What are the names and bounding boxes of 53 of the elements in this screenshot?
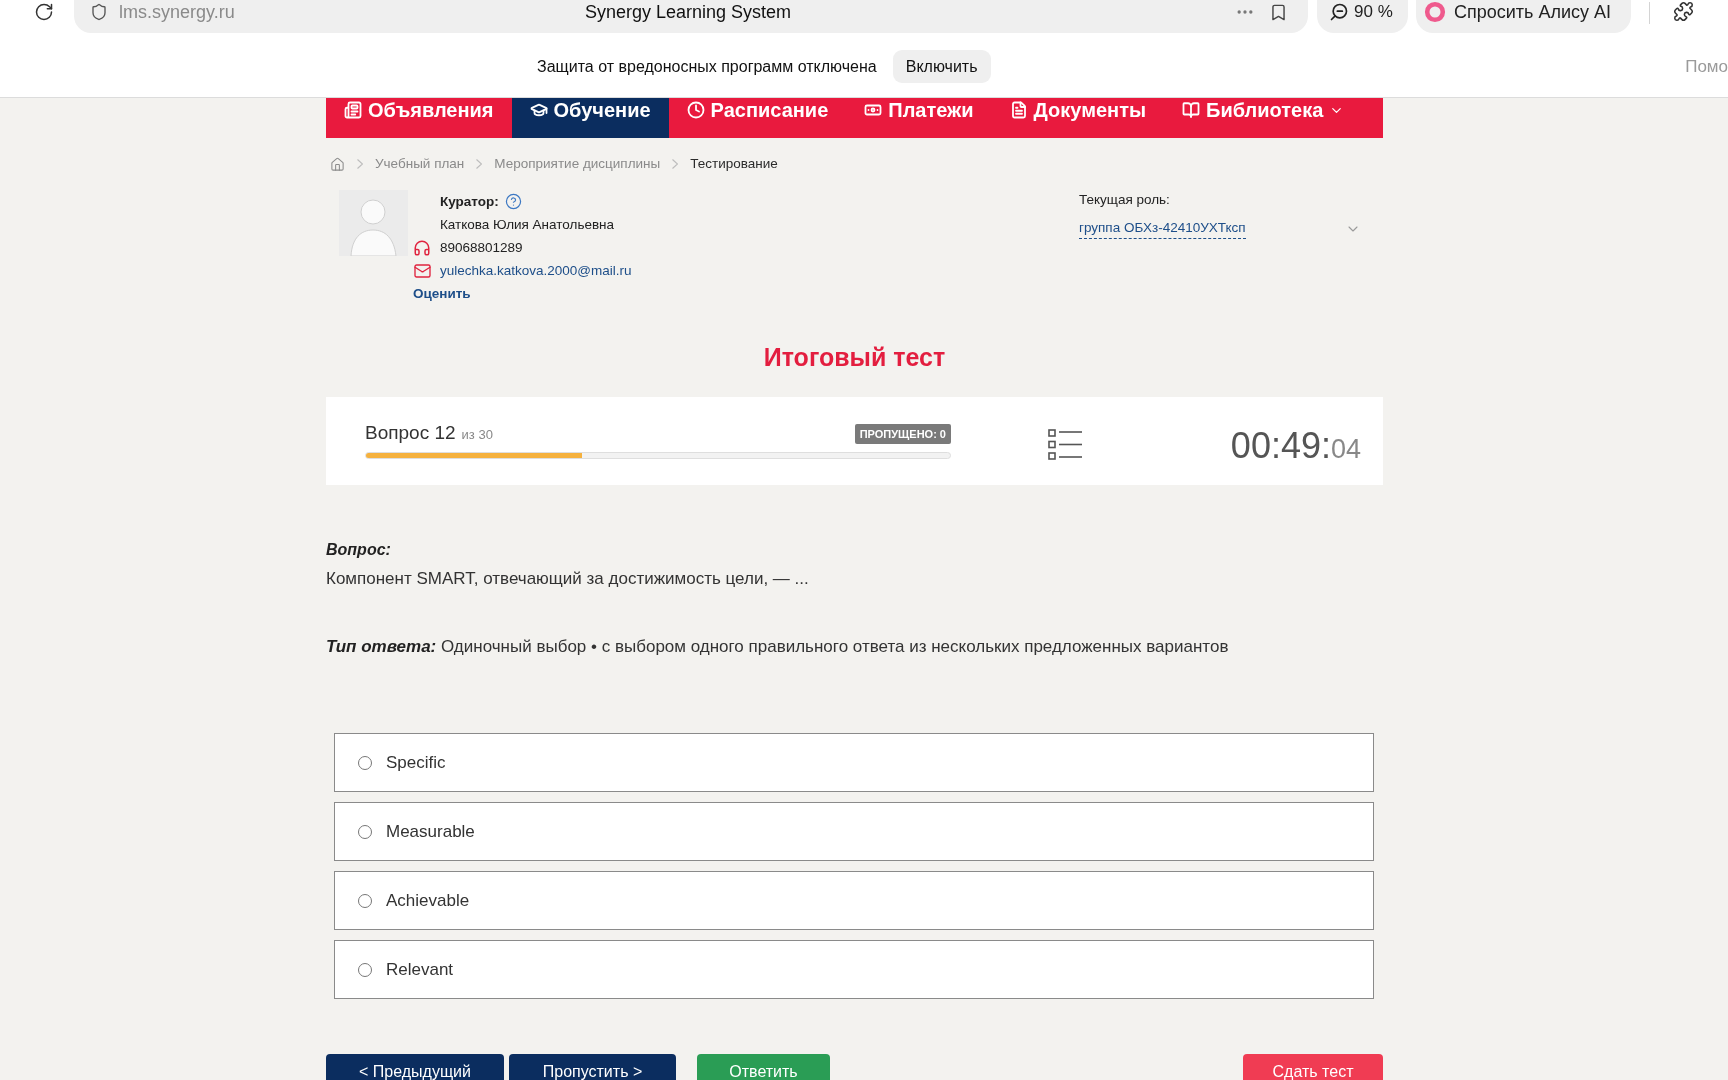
action-button[interactable]: < Предыдущий [326, 1054, 504, 1080]
headset-icon [413, 238, 431, 257]
chevron-right-icon [476, 159, 483, 169]
answer-option[interactable]: Achievable [334, 871, 1374, 930]
help-icon[interactable] [504, 193, 522, 210]
clock-icon [686, 101, 705, 119]
test-title: Итоговый тест [762, 342, 947, 372]
curator-email-link[interactable]: yulechka.katkova.2000@mail.ru [440, 259, 632, 282]
action-button[interactable]: Сдать тест [1243, 1054, 1383, 1080]
protection-warning: Защита от вредоносных программ отключена [537, 56, 877, 77]
document-icon [1009, 101, 1028, 119]
answer-option[interactable]: Specific [334, 733, 1374, 792]
zoom-button[interactable]: 90 % [1317, 0, 1408, 33]
chevron-right-icon [672, 159, 679, 169]
role-label: Текущая роль: [1079, 191, 1170, 209]
answer-option[interactable]: Relevant [334, 940, 1374, 999]
role-dropdown-link[interactable]: группа ОБХз-42410УХТксп [1079, 218, 1246, 240]
option-label: Measurable [386, 820, 475, 843]
mail-icon [413, 261, 432, 280]
curator-name: Каткова Юлия Анатольевна [440, 216, 615, 234]
address-bar[interactable]: lms.synergy.ru Synergy Learning System [74, 0, 1308, 33]
enable-button[interactable]: Включить [892, 50, 991, 83]
answer-option[interactable]: Measurable [334, 802, 1374, 861]
ring-icon [1424, 1, 1446, 23]
puzzle-icon[interactable] [1673, 1, 1694, 22]
nav-tab[interactable]: Обучение [511, 98, 669, 138]
option-label: Relevant [386, 958, 454, 981]
breadcrumb-current: Тестирование [690, 154, 778, 173]
rate-link[interactable]: Оценить [413, 282, 471, 305]
newspaper-icon [344, 101, 362, 119]
answer-type-text: Тип ответа: Одиночный выбор • с выбором одного правильного ответа из нескольких предложенных вариантов [326, 636, 1230, 658]
shield-icon[interactable] [90, 3, 108, 21]
assistant-button[interactable]: Спросить Алису AI [1416, 0, 1631, 33]
question-counter: Вопрос 12 из 30 [365, 422, 493, 445]
curator-label: Куратор: [440, 193, 499, 211]
question-list-icon[interactable] [1048, 429, 1083, 460]
curator-phone: 89068801289 [440, 239, 523, 257]
bookmark-icon[interactable] [1269, 2, 1288, 22]
reload-icon[interactable] [34, 2, 54, 22]
user-silhouette-icon [339, 190, 408, 256]
open-book-icon [1182, 101, 1201, 119]
home-icon[interactable] [330, 156, 345, 172]
question-text: Компонент SMART, отвечающий за достижимость цели, — ... [326, 568, 810, 590]
zoom-out-icon [1329, 2, 1349, 22]
option-label: Specific [386, 751, 446, 774]
page-title: Synergy Learning System [584, 2, 792, 22]
countdown-timer: 00:49:04 [1230, 426, 1361, 468]
question-label: Вопрос: [326, 540, 392, 560]
option-label: Achievable [386, 889, 470, 912]
action-button[interactable]: Пропустить > [509, 1054, 676, 1080]
skipped-count: ПРОПУЩЕНО: 0 [854, 424, 951, 444]
chevron-right-icon [357, 159, 363, 169]
graduation-cap-icon [529, 101, 548, 119]
